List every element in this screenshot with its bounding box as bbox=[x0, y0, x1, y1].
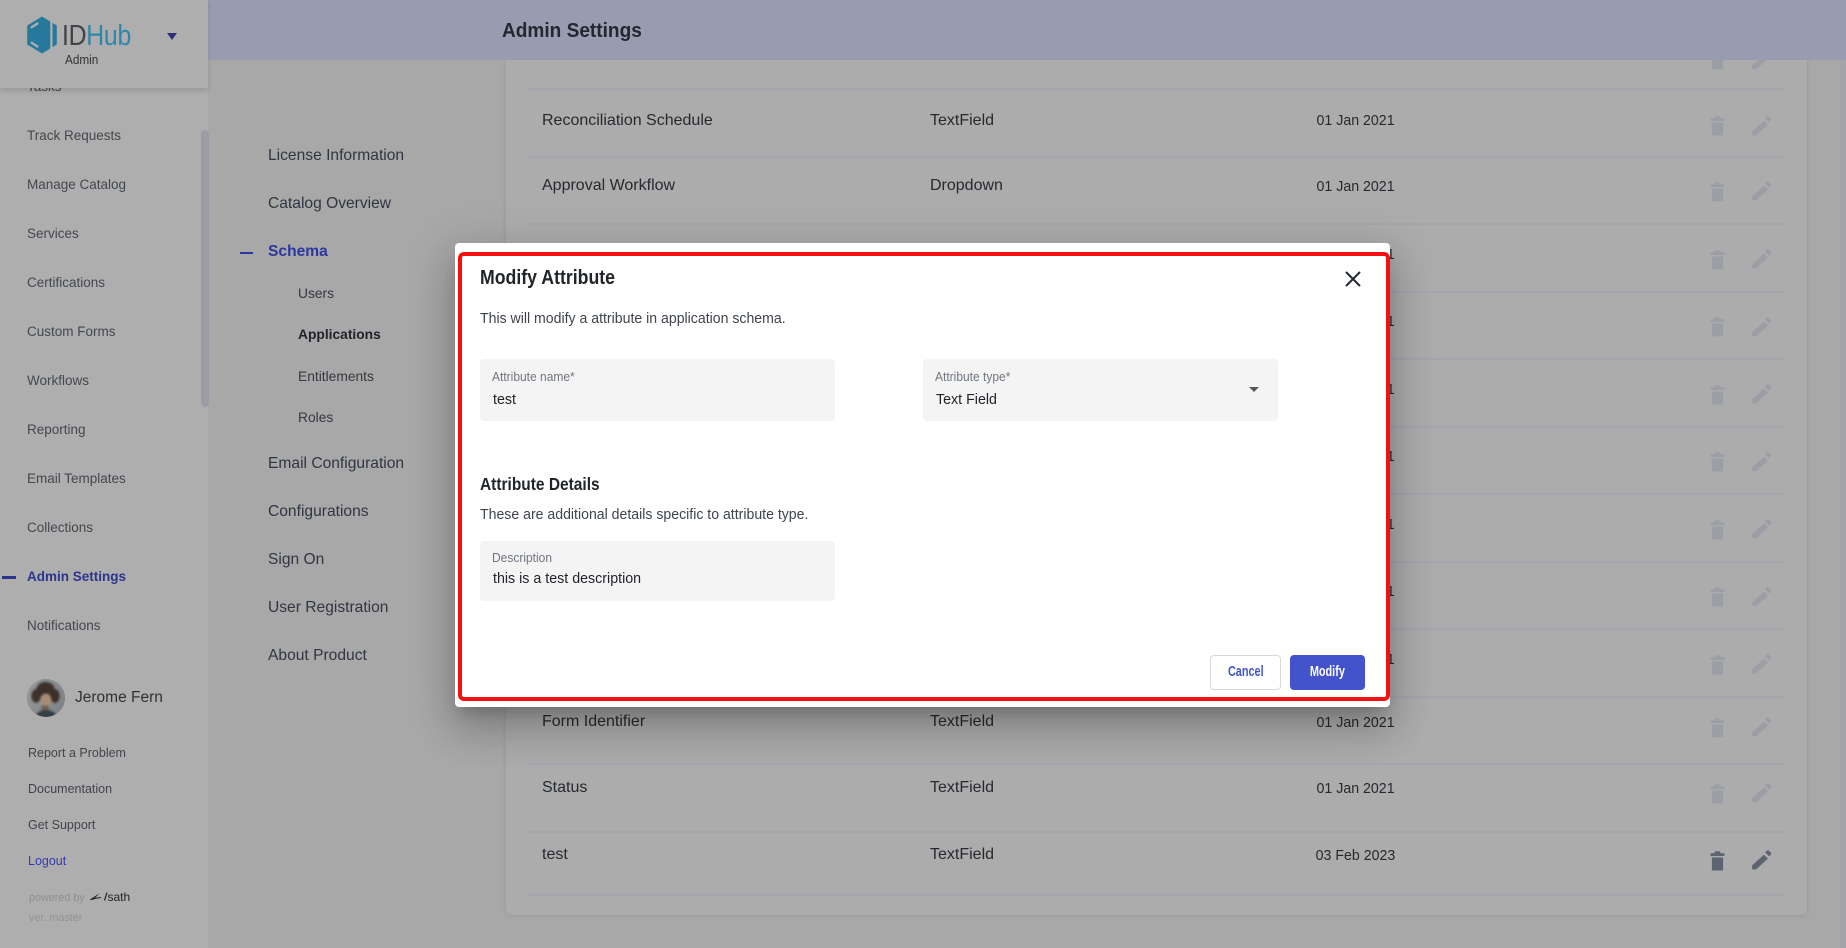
svg-text:sath: sath bbox=[108, 890, 131, 904]
